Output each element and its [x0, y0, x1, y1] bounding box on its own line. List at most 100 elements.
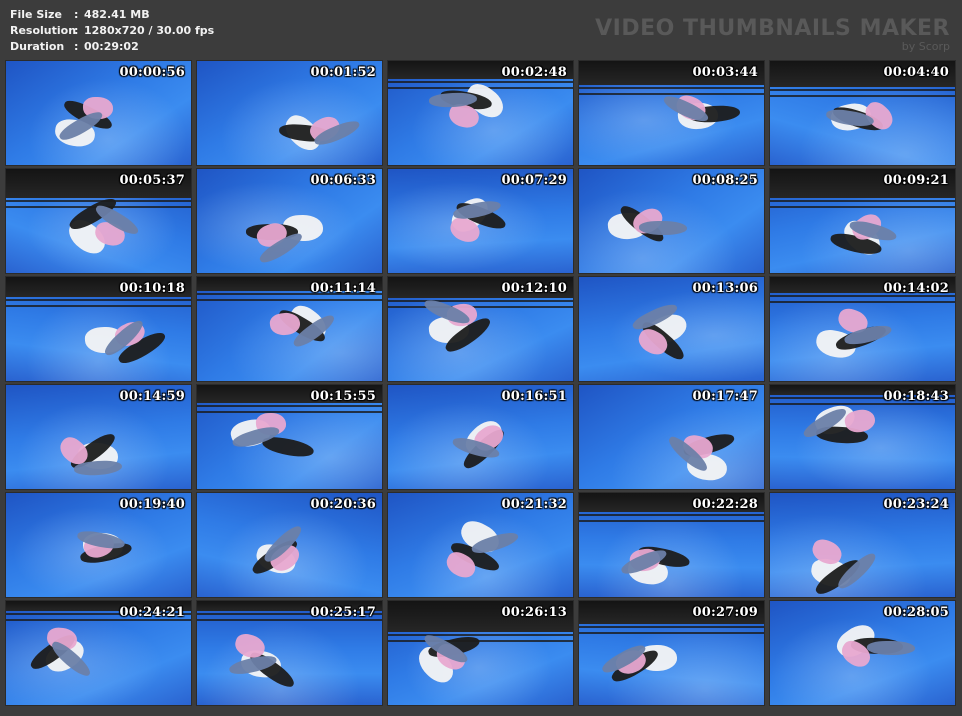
timestamp-label: 00:27:09: [692, 605, 758, 620]
timestamp-label: 00:06:33: [310, 173, 376, 188]
resolution-separator: :: [74, 24, 79, 37]
brand-watermark: VIDEO THUMBNAILS MAKER by Scorp: [595, 16, 950, 53]
ring-rope: [770, 301, 955, 303]
timestamp-label: 00:23:24: [883, 497, 949, 512]
thumbnail-frame[interactable]: 00:20:36: [197, 493, 382, 597]
ring-rope: [6, 305, 191, 307]
ring-rope: [388, 640, 573, 642]
thumbnail-frame[interactable]: 00:08:25: [579, 169, 764, 273]
thumbnail-frame[interactable]: 00:19:40: [6, 493, 191, 597]
thumbnail-frame[interactable]: 00:15:55: [197, 385, 382, 489]
ring-rope: [388, 634, 573, 636]
timestamp-label: 00:26:13: [501, 605, 567, 620]
ring-rope: [770, 200, 955, 202]
ring-rope: [579, 632, 764, 634]
thumbnail-frame[interactable]: 00:13:06: [579, 277, 764, 381]
wrestler-figure: [639, 221, 687, 235]
ring-rope: [579, 93, 764, 95]
thumbnail-frame[interactable]: 00:26:13: [388, 601, 573, 705]
resolution-label: Resolution: [10, 24, 77, 37]
thumbnail-frame[interactable]: 00:11:14: [197, 277, 382, 381]
ring-rope: [197, 411, 382, 413]
timestamp-label: 00:14:59: [119, 389, 185, 404]
ring-rope: [388, 81, 573, 83]
file-size-row: File Size : 482.41 MB: [10, 7, 214, 23]
thumbnail-frame[interactable]: 00:01:52: [197, 61, 382, 165]
thumbnail-frame[interactable]: 00:24:21: [6, 601, 191, 705]
brand-title: VIDEO THUMBNAILS MAKER: [595, 16, 950, 41]
timestamp-label: 00:16:51: [501, 389, 567, 404]
timestamp-label: 00:01:52: [310, 65, 376, 80]
thumbnail-frame[interactable]: 00:23:24: [770, 493, 955, 597]
timestamp-label: 00:15:55: [310, 389, 376, 404]
timestamp-label: 00:00:56: [119, 65, 185, 80]
timestamp-label: 00:18:43: [883, 389, 949, 404]
thumbnail-frame[interactable]: 00:12:10: [388, 277, 573, 381]
ring-rope: [770, 95, 955, 97]
resolution-value: 1280x720 / 30.00 fps: [84, 24, 215, 37]
duration-separator: :: [74, 40, 79, 53]
ring-rope: [579, 514, 764, 516]
timestamp-label: 00:17:47: [692, 389, 758, 404]
contact-sheet: File Size : 482.41 MB Resolution : 1280x…: [0, 0, 962, 716]
thumbnail-frame[interactable]: 00:22:28: [579, 493, 764, 597]
duration-value: 00:29:02: [84, 40, 139, 53]
timestamp-label: 00:05:37: [119, 173, 185, 188]
file-size-label: File Size: [10, 8, 62, 21]
timestamp-label: 00:02:48: [501, 65, 567, 80]
timestamp-label: 00:20:36: [310, 497, 376, 512]
thumbnail-frame[interactable]: 00:04:40: [770, 61, 955, 165]
ring-rope: [579, 626, 764, 628]
duration-row: Duration : 00:29:02: [10, 39, 214, 55]
ring-rope: [197, 299, 382, 301]
timestamp-label: 00:07:29: [501, 173, 567, 188]
ring-rope: [579, 520, 764, 522]
timestamp-label: 00:24:21: [119, 605, 185, 620]
thumbnail-frame[interactable]: 00:28:05: [770, 601, 955, 705]
ring-rope: [579, 87, 764, 89]
timestamp-label: 00:13:06: [692, 281, 758, 296]
ring-rope: [197, 405, 382, 407]
timestamp-label: 00:19:40: [119, 497, 185, 512]
thumbnail-frame[interactable]: 00:02:48: [388, 61, 573, 165]
timestamp-label: 00:04:40: [883, 65, 949, 80]
ring-rope: [770, 89, 955, 91]
timestamp-label: 00:11:14: [310, 281, 376, 296]
thumbnail-frame[interactable]: 00:14:59: [6, 385, 191, 489]
thumbnail-frame[interactable]: 00:07:29: [388, 169, 573, 273]
ring-rope: [388, 306, 573, 308]
ring-rope: [388, 300, 573, 302]
file-size-separator: :: [74, 8, 79, 21]
thumbnail-frame[interactable]: 00:10:18: [6, 277, 191, 381]
thumbnail-frame[interactable]: 00:25:17: [197, 601, 382, 705]
timestamp-label: 00:03:44: [692, 65, 758, 80]
timestamp-label: 00:28:05: [883, 605, 949, 620]
thumbnail-frame[interactable]: 00:09:21: [770, 169, 955, 273]
thumbnail-frame[interactable]: 00:16:51: [388, 385, 573, 489]
thumbnail-frame[interactable]: 00:00:56: [6, 61, 191, 165]
brand-author: by Scorp: [901, 40, 950, 53]
wrestler-figure: [867, 641, 915, 655]
duration-label: Duration: [10, 40, 65, 53]
thumbnail-frame[interactable]: 00:05:37: [6, 169, 191, 273]
thumbnail-frame[interactable]: 00:27:09: [579, 601, 764, 705]
thumbnail-frame[interactable]: 00:18:43: [770, 385, 955, 489]
ring-rope: [770, 206, 955, 208]
timestamp-label: 00:14:02: [883, 281, 949, 296]
thumbnail-frame[interactable]: 00:14:02: [770, 277, 955, 381]
timestamp-label: 00:22:28: [692, 497, 758, 512]
timestamp-label: 00:25:17: [310, 605, 376, 620]
file-info-panel: File Size : 482.41 MB Resolution : 1280x…: [10, 7, 214, 55]
timestamp-label: 00:08:25: [692, 173, 758, 188]
thumbnail-frame[interactable]: 00:17:47: [579, 385, 764, 489]
timestamp-label: 00:09:21: [883, 173, 949, 188]
timestamp-label: 00:21:32: [501, 497, 567, 512]
thumbnail-frame[interactable]: 00:06:33: [197, 169, 382, 273]
thumbnail-frame[interactable]: 00:03:44: [579, 61, 764, 165]
thumbnail-frame[interactable]: 00:21:32: [388, 493, 573, 597]
ring-rope: [6, 299, 191, 301]
thumbnail-grid: 00:00:56 00:01:52 00:02:48 00:03:44 00:04:40…: [6, 61, 955, 705]
resolution-row: Resolution : 1280x720 / 30.00 fps: [10, 23, 214, 39]
timestamp-label: 00:12:10: [501, 281, 567, 296]
file-size-value: 482.41 MB: [84, 8, 150, 21]
